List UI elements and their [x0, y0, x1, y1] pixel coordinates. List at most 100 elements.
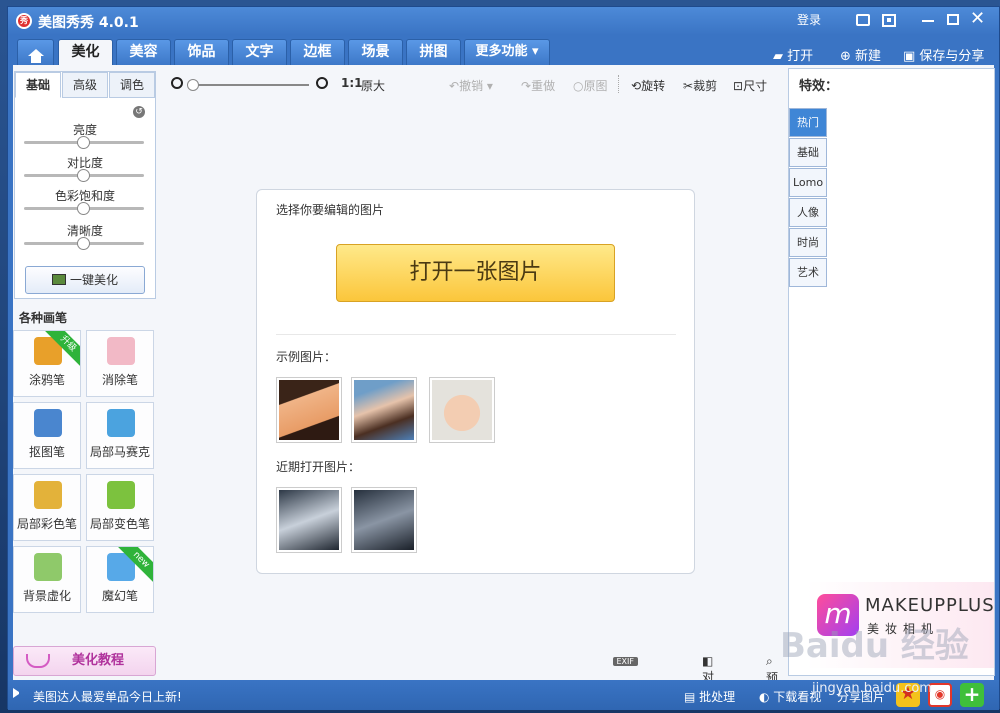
tutorial-button[interactable]: 美化教程 — [13, 646, 156, 676]
sample-image-1[interactable] — [276, 377, 342, 443]
tab-frame[interactable]: 边框 — [290, 39, 345, 65]
news-ticker[interactable]: 美图达人最爱单品今日上新! — [33, 688, 182, 705]
effect-tab-portrait[interactable]: 人像 — [789, 198, 827, 227]
brush-tool[interactable]: 抠图笔 — [13, 402, 81, 469]
saturation-slider[interactable] — [24, 202, 144, 215]
brush-section-title: 各种画笔 — [19, 311, 68, 325]
saturation-knob[interactable] — [77, 202, 90, 215]
baidu-watermark: Baidu 经验 — [780, 626, 969, 666]
left-panel: 基础 高级 调色 ↺ 亮度 对比度 色彩饱和度 清晰度 一键美化 各种画笔 涂鸦… — [13, 68, 156, 676]
workspace: 基础 高级 调色 ↺ 亮度 对比度 色彩饱和度 清晰度 一键美化 各种画笔 涂鸦… — [13, 65, 995, 702]
app-window: 秀 美图秀秀 4.0.1 登录 ✕ 美化 美容 饰品 文字 边框 场景 拼图 更… — [7, 6, 1000, 710]
brush-tool[interactable]: 消除笔 — [86, 330, 154, 397]
crop-button[interactable]: ✂裁剪 — [683, 77, 717, 94]
undo-button[interactable]: ↶撤销 ▾ — [449, 77, 493, 94]
tab-collage[interactable]: 拼图 — [406, 39, 461, 65]
feedback-icon[interactable] — [856, 14, 870, 26]
effect-tab-art[interactable]: 艺术 — [789, 258, 827, 287]
zoom-knob[interactable] — [187, 79, 199, 91]
original-button[interactable]: ○原图 — [573, 77, 608, 94]
app-logo-icon: 秀 — [16, 13, 32, 29]
tab-color-adjust[interactable]: 调色 — [109, 72, 155, 98]
effects-title: 特效： — [799, 79, 839, 94]
tab-text[interactable]: 文字 — [232, 39, 287, 65]
reset-icon[interactable]: ↺ — [133, 106, 145, 118]
brush-tool[interactable]: 魔幻笔 new — [86, 546, 154, 613]
effect-tab-hot[interactable]: 热门 — [789, 108, 827, 137]
open-action[interactable]: ▰ 打开 — [773, 45, 813, 64]
brush-tool[interactable]: 局部变色笔 — [86, 474, 154, 541]
home-icon — [27, 49, 44, 63]
brush-tool[interactable]: 背景虚化 — [13, 546, 81, 613]
folder-icon: ▰ — [773, 49, 788, 64]
actual-size-ratio[interactable]: 1:1 — [341, 76, 363, 90]
tab-more-features[interactable]: 更多功能 ▾ — [464, 39, 550, 65]
brush-label: 局部彩色笔 — [16, 517, 77, 531]
effect-tab-basic[interactable]: 基础 — [789, 138, 827, 167]
brightness-slider[interactable] — [24, 136, 144, 149]
title-bar: 秀 美图秀秀 4.0.1 登录 ✕ — [8, 7, 999, 35]
zoom-slider[interactable] — [187, 79, 309, 91]
contrast-knob[interactable] — [77, 169, 90, 182]
effects-panel: 特效： 热门 基础 Lomo 人像 时尚 艺术 m MAKEUPPLUS 美妆相… — [788, 68, 995, 676]
one-key-beautify-button[interactable]: 一键美化 — [25, 266, 145, 294]
brush-tool[interactable]: 涂鸦笔 升级 — [13, 330, 81, 397]
skin-icon[interactable] — [882, 14, 896, 27]
resize-button[interactable]: ⊡尺寸 — [733, 77, 767, 94]
tab-beautify[interactable]: 美化 — [58, 39, 113, 65]
sharpness-slider[interactable] — [24, 237, 144, 250]
tab-advanced-adjust[interactable]: 高级 — [62, 72, 108, 98]
plus-circle-icon: ⊕ — [840, 49, 856, 64]
redo-icon: ↷ — [521, 79, 532, 93]
save-icon: ▣ — [903, 49, 920, 64]
brush-label: 局部马赛克 — [89, 445, 150, 459]
rotate-icon: ⟲ — [631, 79, 642, 93]
effect-tab-fashion[interactable]: 时尚 — [789, 228, 827, 257]
brush-tool[interactable]: 局部马赛克 — [86, 402, 154, 469]
tab-scene[interactable]: 场景 — [348, 39, 403, 65]
tab-basic-adjust[interactable]: 基础 — [15, 72, 61, 98]
brush-label: 抠图笔 — [28, 445, 65, 459]
new-action[interactable]: ⊕ 新建 — [840, 45, 881, 64]
eraser-icon — [107, 337, 135, 365]
effect-tab-lomo[interactable]: Lomo — [789, 168, 827, 197]
brush-label: 局部变色笔 — [89, 517, 150, 531]
contrast-slider[interactable] — [24, 169, 144, 182]
save-share-action[interactable]: ▣ 保存与分享 — [903, 45, 984, 64]
rotate-button[interactable]: ⟲旋转 — [631, 77, 665, 94]
watermark-url: jingyan.baidu.com — [812, 681, 932, 696]
brightness-knob[interactable] — [77, 136, 90, 149]
scissors-icon: ✂ — [683, 79, 694, 93]
feet-icon — [26, 654, 50, 668]
home-tab[interactable] — [17, 39, 54, 65]
preview-icon: ⌕ — [765, 654, 773, 668]
login-link[interactable]: 登录 — [797, 11, 821, 28]
original-size-button[interactable]: 原大 — [361, 77, 385, 94]
add-more-icon[interactable]: + — [960, 683, 984, 707]
minimize-icon[interactable] — [922, 20, 934, 22]
zoom-out-icon[interactable] — [171, 77, 183, 89]
paint-bucket-icon — [107, 481, 135, 509]
sharpness-knob[interactable] — [77, 237, 90, 250]
sample-image-2[interactable] — [351, 377, 417, 443]
tab-beauty[interactable]: 美容 — [116, 39, 171, 65]
makeupplus-name: MAKEUPPLUS — [865, 595, 995, 616]
close-icon[interactable]: ✕ — [970, 8, 985, 29]
recent-images-label: 近期打开图片： — [276, 460, 361, 474]
tab-accessories[interactable]: 饰品 — [174, 39, 229, 65]
brush-label: 背景虚化 — [22, 589, 71, 603]
exif-button[interactable]: EXIF — [612, 657, 638, 666]
recent-image-2[interactable] — [351, 487, 417, 553]
batch-process-button[interactable]: ▤ 批处理 — [684, 688, 735, 705]
open-image-button[interactable]: 打开一张图片 — [336, 244, 615, 302]
recent-image-1[interactable] — [276, 487, 342, 553]
redo-button[interactable]: ↷重做 — [521, 77, 555, 94]
maximize-icon[interactable] — [947, 14, 959, 25]
zoom-in-icon[interactable] — [316, 77, 328, 89]
sample-image-3[interactable] — [429, 377, 495, 443]
blur-icon — [34, 553, 62, 581]
brush-label: 涂鸦笔 — [28, 373, 65, 387]
zoom-toolbar: 1:1 原大 ↶撤销 ▾ ↷重做 ○原图 ⟲旋转 ✂裁剪 ⊡尺寸 — [161, 75, 788, 95]
brush-tool[interactable]: 局部彩色笔 — [13, 474, 81, 541]
batch-icon: ▤ — [684, 690, 700, 704]
